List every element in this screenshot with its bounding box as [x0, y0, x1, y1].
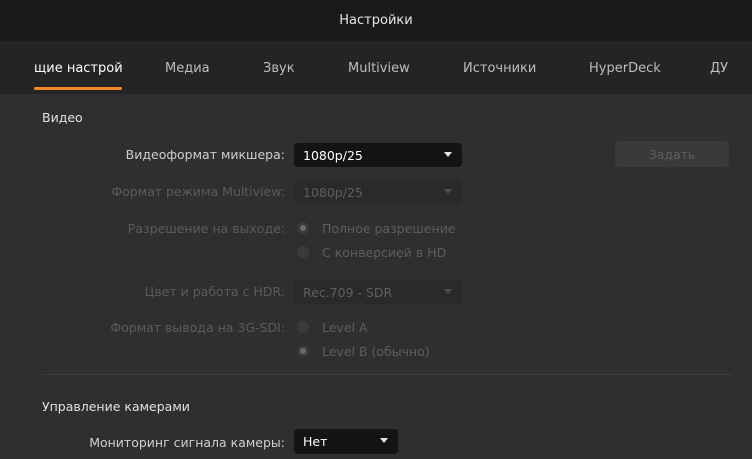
window-title: Настройки: [339, 13, 413, 28]
tab-media[interactable]: Медиа: [165, 61, 210, 76]
camera-monitoring-value: Нет: [303, 434, 328, 449]
tab-bar: щие настрой Медиа Звук Multiview Источни…: [0, 41, 752, 94]
section-divider: [42, 374, 732, 375]
level-a-radio[interactable]: [297, 321, 309, 333]
tab-remote-control[interactable]: ДУ: [710, 61, 728, 76]
multiview-format-dropdown[interactable]: 1080p/25: [294, 180, 462, 204]
window-title-bar: Настройки: [0, 0, 752, 41]
full-resolution-radio-label: Полное разрешение: [322, 221, 456, 236]
chevron-down-icon: [380, 438, 388, 443]
mixer-format-dropdown[interactable]: 1080p/25: [294, 143, 462, 167]
multiview-format-value: 1080p/25: [303, 184, 363, 200]
full-resolution-radio[interactable]: [297, 222, 309, 234]
level-b-radio-label: Level B (обычно): [322, 344, 430, 359]
output-resolution-label: Разрешение на выходе:: [127, 221, 285, 236]
tab-sources[interactable]: Источники: [463, 61, 536, 76]
chevron-down-icon: [444, 189, 452, 194]
hd-conversion-radio[interactable]: [297, 246, 309, 258]
hdr-value: Rec.709 - SDR: [303, 284, 393, 300]
hdr-dropdown[interactable]: Rec.709 - SDR: [294, 280, 462, 304]
tab-general-settings[interactable]: щие настрой: [34, 61, 123, 76]
level-b-radio[interactable]: [297, 345, 309, 357]
video-section-title: Видео: [42, 110, 83, 125]
set-format-button[interactable]: Задать: [615, 141, 729, 167]
tab-audio[interactable]: Звук: [263, 61, 295, 76]
multiview-format-label: Формат режима Multiview:: [111, 184, 285, 199]
mixer-format-label: Видеоформат микшера:: [125, 147, 285, 162]
hdr-label: Цвет и работа с HDR:: [144, 284, 285, 299]
level-a-radio-label: Level A: [322, 320, 368, 335]
hd-conversion-radio-label: С конверсией в HD: [322, 245, 447, 260]
camera-control-section-title: Управление камерами: [42, 399, 190, 414]
mixer-format-value: 1080p/25: [303, 147, 363, 163]
tab-hyperdeck[interactable]: HyperDeck: [589, 61, 661, 76]
tab-multiview[interactable]: Multiview: [348, 61, 410, 76]
active-tab-indicator: [34, 87, 122, 90]
camera-monitoring-label: Мониторинг сигнала камеры:: [89, 435, 285, 450]
sdi-3g-label: Формат вывода на 3G-SDI:: [110, 320, 285, 335]
camera-monitoring-dropdown[interactable]: Нет: [294, 429, 398, 454]
chevron-down-icon: [444, 289, 452, 294]
chevron-down-icon: [444, 152, 452, 157]
